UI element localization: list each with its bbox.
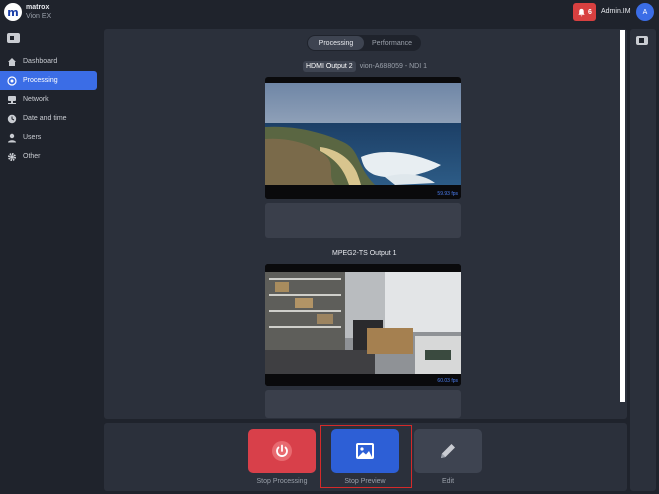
stop-processing-button[interactable] [248, 429, 316, 473]
output-title: HDMI Output 2 vion-A688059 - NDI 1 [303, 60, 427, 72]
sidebar-item-other[interactable]: Other [0, 147, 100, 166]
tab-performance[interactable]: Performance [364, 36, 420, 50]
sidebar-item-network[interactable]: Network [0, 90, 100, 109]
edit-label: Edit [441, 478, 455, 485]
output-info-panel [265, 203, 461, 238]
sidebar-item-label: Dashboard [23, 58, 58, 65]
view-tabs: Processing Performance [307, 35, 421, 51]
selection-highlight [320, 425, 412, 488]
edit-button[interactable] [414, 429, 482, 473]
bell-icon [578, 8, 585, 17]
preview-image [265, 83, 461, 199]
sidebar-item-label: Other [23, 153, 41, 160]
clock-icon [7, 114, 17, 124]
pencil-icon [441, 444, 455, 458]
home-icon [7, 57, 17, 67]
output-name: HDMI Output 2 [303, 60, 356, 72]
sidebar-collapse-button[interactable] [7, 33, 20, 43]
output-title: MPEG2-TS Output 1 [332, 247, 397, 259]
tab-processing[interactable]: Processing [308, 36, 364, 50]
notifications-button[interactable]: 6 [573, 3, 596, 21]
sidebar-nav: Dashboard Processing Network Date and ti… [0, 52, 100, 166]
brand-name: matrox [26, 4, 50, 11]
sidebar-item-label: Network [23, 96, 49, 103]
preview-image [265, 264, 461, 386]
sidebar-item-date-and-time[interactable]: Date and time [0, 109, 100, 128]
sidebar-item-users[interactable]: Users [0, 128, 100, 147]
video-preview: 60.03 fps [265, 264, 461, 386]
output-source: vion-A688059 - NDI 1 [359, 62, 428, 70]
sidebar-item-label: Processing [23, 77, 58, 84]
sidebar-item-processing[interactable]: Processing [0, 71, 97, 90]
user-icon [7, 133, 17, 143]
output-name: MPEG2-TS Output 1 [332, 249, 397, 257]
processing-icon [7, 75, 17, 86]
top-bar: m matrox Vion EX 6 Admin.IM A [0, 0, 659, 25]
stop-processing-label: Stop Processing [256, 478, 308, 485]
fps-readout: 59.93 fps [437, 191, 458, 197]
video-preview: 59.93 fps [265, 77, 461, 199]
product-name: Vion EX [26, 13, 52, 20]
user-name[interactable]: Admin.IM [601, 8, 631, 15]
sidebar-item-label: Users [23, 134, 42, 141]
avatar[interactable]: A [636, 3, 654, 21]
sidebar-item-label: Date and time [23, 115, 67, 122]
power-icon [272, 441, 292, 461]
network-icon [7, 95, 17, 105]
fps-readout: 60.03 fps [437, 378, 458, 384]
notification-count: 6 [588, 8, 592, 16]
matrox-logo: m [4, 3, 22, 21]
scrollbar[interactable] [620, 30, 625, 418]
right-panel-toggle-button[interactable] [636, 36, 648, 45]
scrollbar-thumb[interactable] [620, 402, 625, 418]
gear-icon [7, 152, 17, 162]
right-panel [630, 29, 656, 491]
output-info-panel [265, 390, 461, 418]
sidebar-item-dashboard[interactable]: Dashboard [0, 52, 100, 71]
